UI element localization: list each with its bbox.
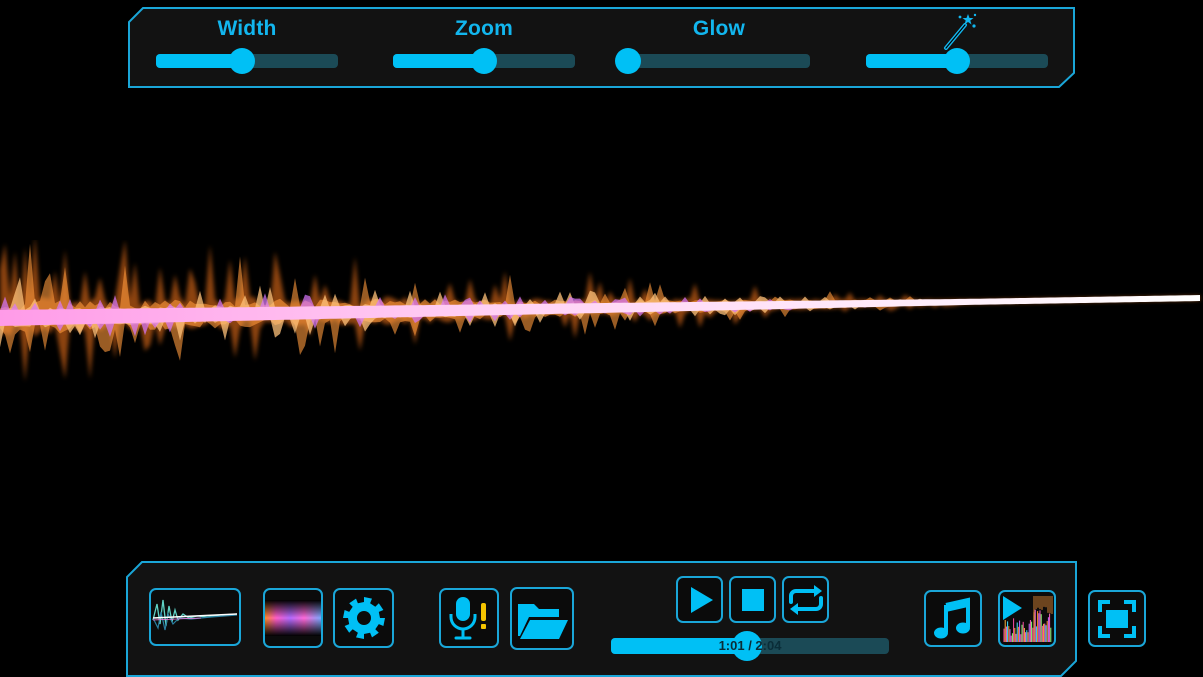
stop-button[interactable] [729,576,776,623]
width-slider-label: Width [217,17,277,40]
repeat-icon [788,584,823,615]
play-button[interactable] [676,576,723,623]
fullscreen-icon [1098,599,1136,638]
magic-wand-icon [944,13,977,50]
microphone-button[interactable] [439,588,499,648]
playback-time-label: 1:01 / 2:04 [718,638,782,653]
gear-icon [342,597,385,639]
color-gradient-icon [265,600,321,636]
glow-slider[interactable]: Glow [615,7,810,88]
repeat-button[interactable] [782,576,829,623]
waveform-thumbnail-icon [152,599,238,631]
top-slider-panel: Width Zoom Glow [128,7,1075,88]
open-folder-button[interactable] [510,587,574,650]
waveform-style-button[interactable] [149,588,241,646]
music-library-button[interactable] [924,590,982,647]
bottom-control-panel: 1:01 / 2:04 [126,561,1146,677]
play-spectrum-icon [1003,596,1053,642]
audio-waveform-visualizer [0,240,1200,382]
glow-slider-thumb[interactable] [615,48,641,74]
microphone-warning-icon [449,597,486,640]
zoom-slider-track[interactable] [393,48,575,74]
fullscreen-button[interactable] [1088,590,1146,647]
width-slider-thumb[interactable] [228,48,255,74]
music-note-icon [934,596,970,638]
effect-slider[interactable] [866,7,1048,88]
glow-slider-label: Glow [692,17,746,40]
effect-slider-track[interactable] [866,48,1048,74]
visualizer-mode-button[interactable] [998,590,1056,647]
zoom-slider[interactable]: Zoom [393,7,575,88]
width-slider-track[interactable] [156,48,338,74]
effect-slider-thumb[interactable] [944,48,970,74]
color-palette-button[interactable] [263,588,323,648]
playback-progress-bar[interactable]: 1:01 / 2:04 [611,631,889,661]
stop-icon [741,588,764,611]
zoom-slider-thumb[interactable] [471,48,497,74]
width-slider[interactable]: Width [156,7,338,88]
settings-button[interactable] [333,588,394,648]
play-icon [690,586,713,613]
zoom-slider-label: Zoom [455,17,513,40]
glow-slider-track[interactable] [615,48,810,74]
folder-open-icon [518,603,568,639]
